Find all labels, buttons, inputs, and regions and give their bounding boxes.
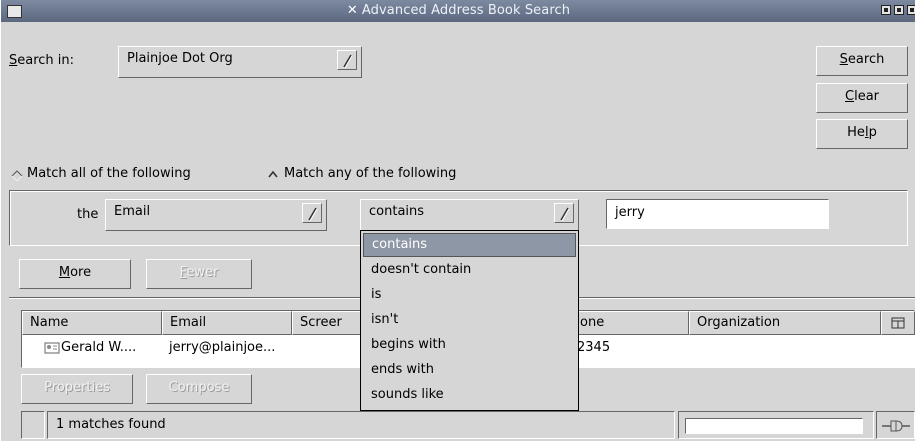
column-header-organization-label: Organization: [697, 315, 781, 330]
menu-item-begins-with[interactable]: begins with: [363, 333, 576, 357]
match-any-label: Match any of the following: [284, 166, 457, 181]
search-in-dropdown[interactable]: Plainjoe Dot Org: [118, 46, 362, 78]
field-value: Email: [114, 204, 151, 219]
operator-value: contains: [369, 204, 425, 219]
radio-caret-icon[interactable]: [267, 169, 279, 181]
status-indicator: [21, 411, 45, 439]
more-button[interactable]: More: [19, 259, 131, 289]
column-header-screen-label: Screer: [300, 315, 342, 330]
help-button[interactable]: Help: [816, 119, 908, 149]
connection-plug-icon: [882, 420, 910, 432]
compose-button[interactable]: Compose: [146, 374, 252, 404]
search-window: ✕ Advanced Address Book Search Search in:…: [0, 0, 915, 441]
criterion-value-input[interactable]: jerry: [606, 199, 829, 229]
row-name: Gerald W....: [61, 340, 137, 355]
title-bar[interactable]: ✕ Advanced Address Book Search: [1, 0, 915, 22]
column-picker-button[interactable]: [881, 311, 915, 335]
dropdown-arrow-icon: [302, 203, 322, 223]
search-in-label: Search in:: [9, 53, 75, 68]
criterion-prefix: the: [77, 207, 99, 222]
menu-item-isnt[interactable]: isn't: [363, 308, 576, 332]
criterion-value-text: jerry: [615, 205, 645, 220]
progress-area: [678, 411, 874, 439]
menu-item-is[interactable]: is: [363, 283, 576, 307]
properties-button[interactable]: Properties: [21, 374, 133, 404]
menu-item-ends-with[interactable]: ends with: [363, 358, 576, 382]
status-text: 1 matches found: [56, 417, 166, 432]
window-title: Advanced Address Book Search: [361, 3, 571, 18]
search-button[interactable]: Search: [816, 46, 908, 76]
operator-menu: contains doesn't contain is isn't begins…: [360, 230, 579, 411]
row-email: jerry@plainjoe...: [169, 340, 276, 355]
search-in-value: Plainjoe Dot Org: [127, 51, 233, 66]
menu-item-contains[interactable]: contains: [363, 233, 576, 257]
progress-bar: [685, 418, 863, 434]
clear-button[interactable]: Clear: [816, 83, 908, 113]
fewer-button[interactable]: Fewer: [146, 259, 252, 289]
maximize-icon[interactable]: [894, 5, 904, 15]
status-bar: 1 matches found: [47, 411, 675, 439]
column-picker-icon: [891, 317, 905, 329]
column-header-email-label: Email: [170, 315, 207, 330]
radio-diamond-icon[interactable]: [11, 170, 23, 182]
field-dropdown[interactable]: Email: [105, 199, 327, 231]
dropdown-arrow-icon: [554, 203, 574, 223]
dropdown-arrow-icon: [337, 50, 357, 70]
match-all-label: Match all of the following: [27, 166, 191, 181]
row-phone: 2345: [577, 340, 611, 355]
minimize-icon[interactable]: [881, 5, 891, 15]
close-icon[interactable]: [907, 5, 915, 15]
contact-card-icon: [44, 342, 60, 354]
column-header-name-label: Name: [30, 315, 69, 330]
app-x-icon: ✕: [346, 3, 358, 18]
operator-dropdown[interactable]: contains: [360, 199, 579, 231]
menu-item-sounds-like[interactable]: sounds like: [363, 383, 576, 407]
online-status[interactable]: [876, 411, 915, 439]
menu-item-doesnt-contain[interactable]: doesn't contain: [363, 258, 576, 282]
